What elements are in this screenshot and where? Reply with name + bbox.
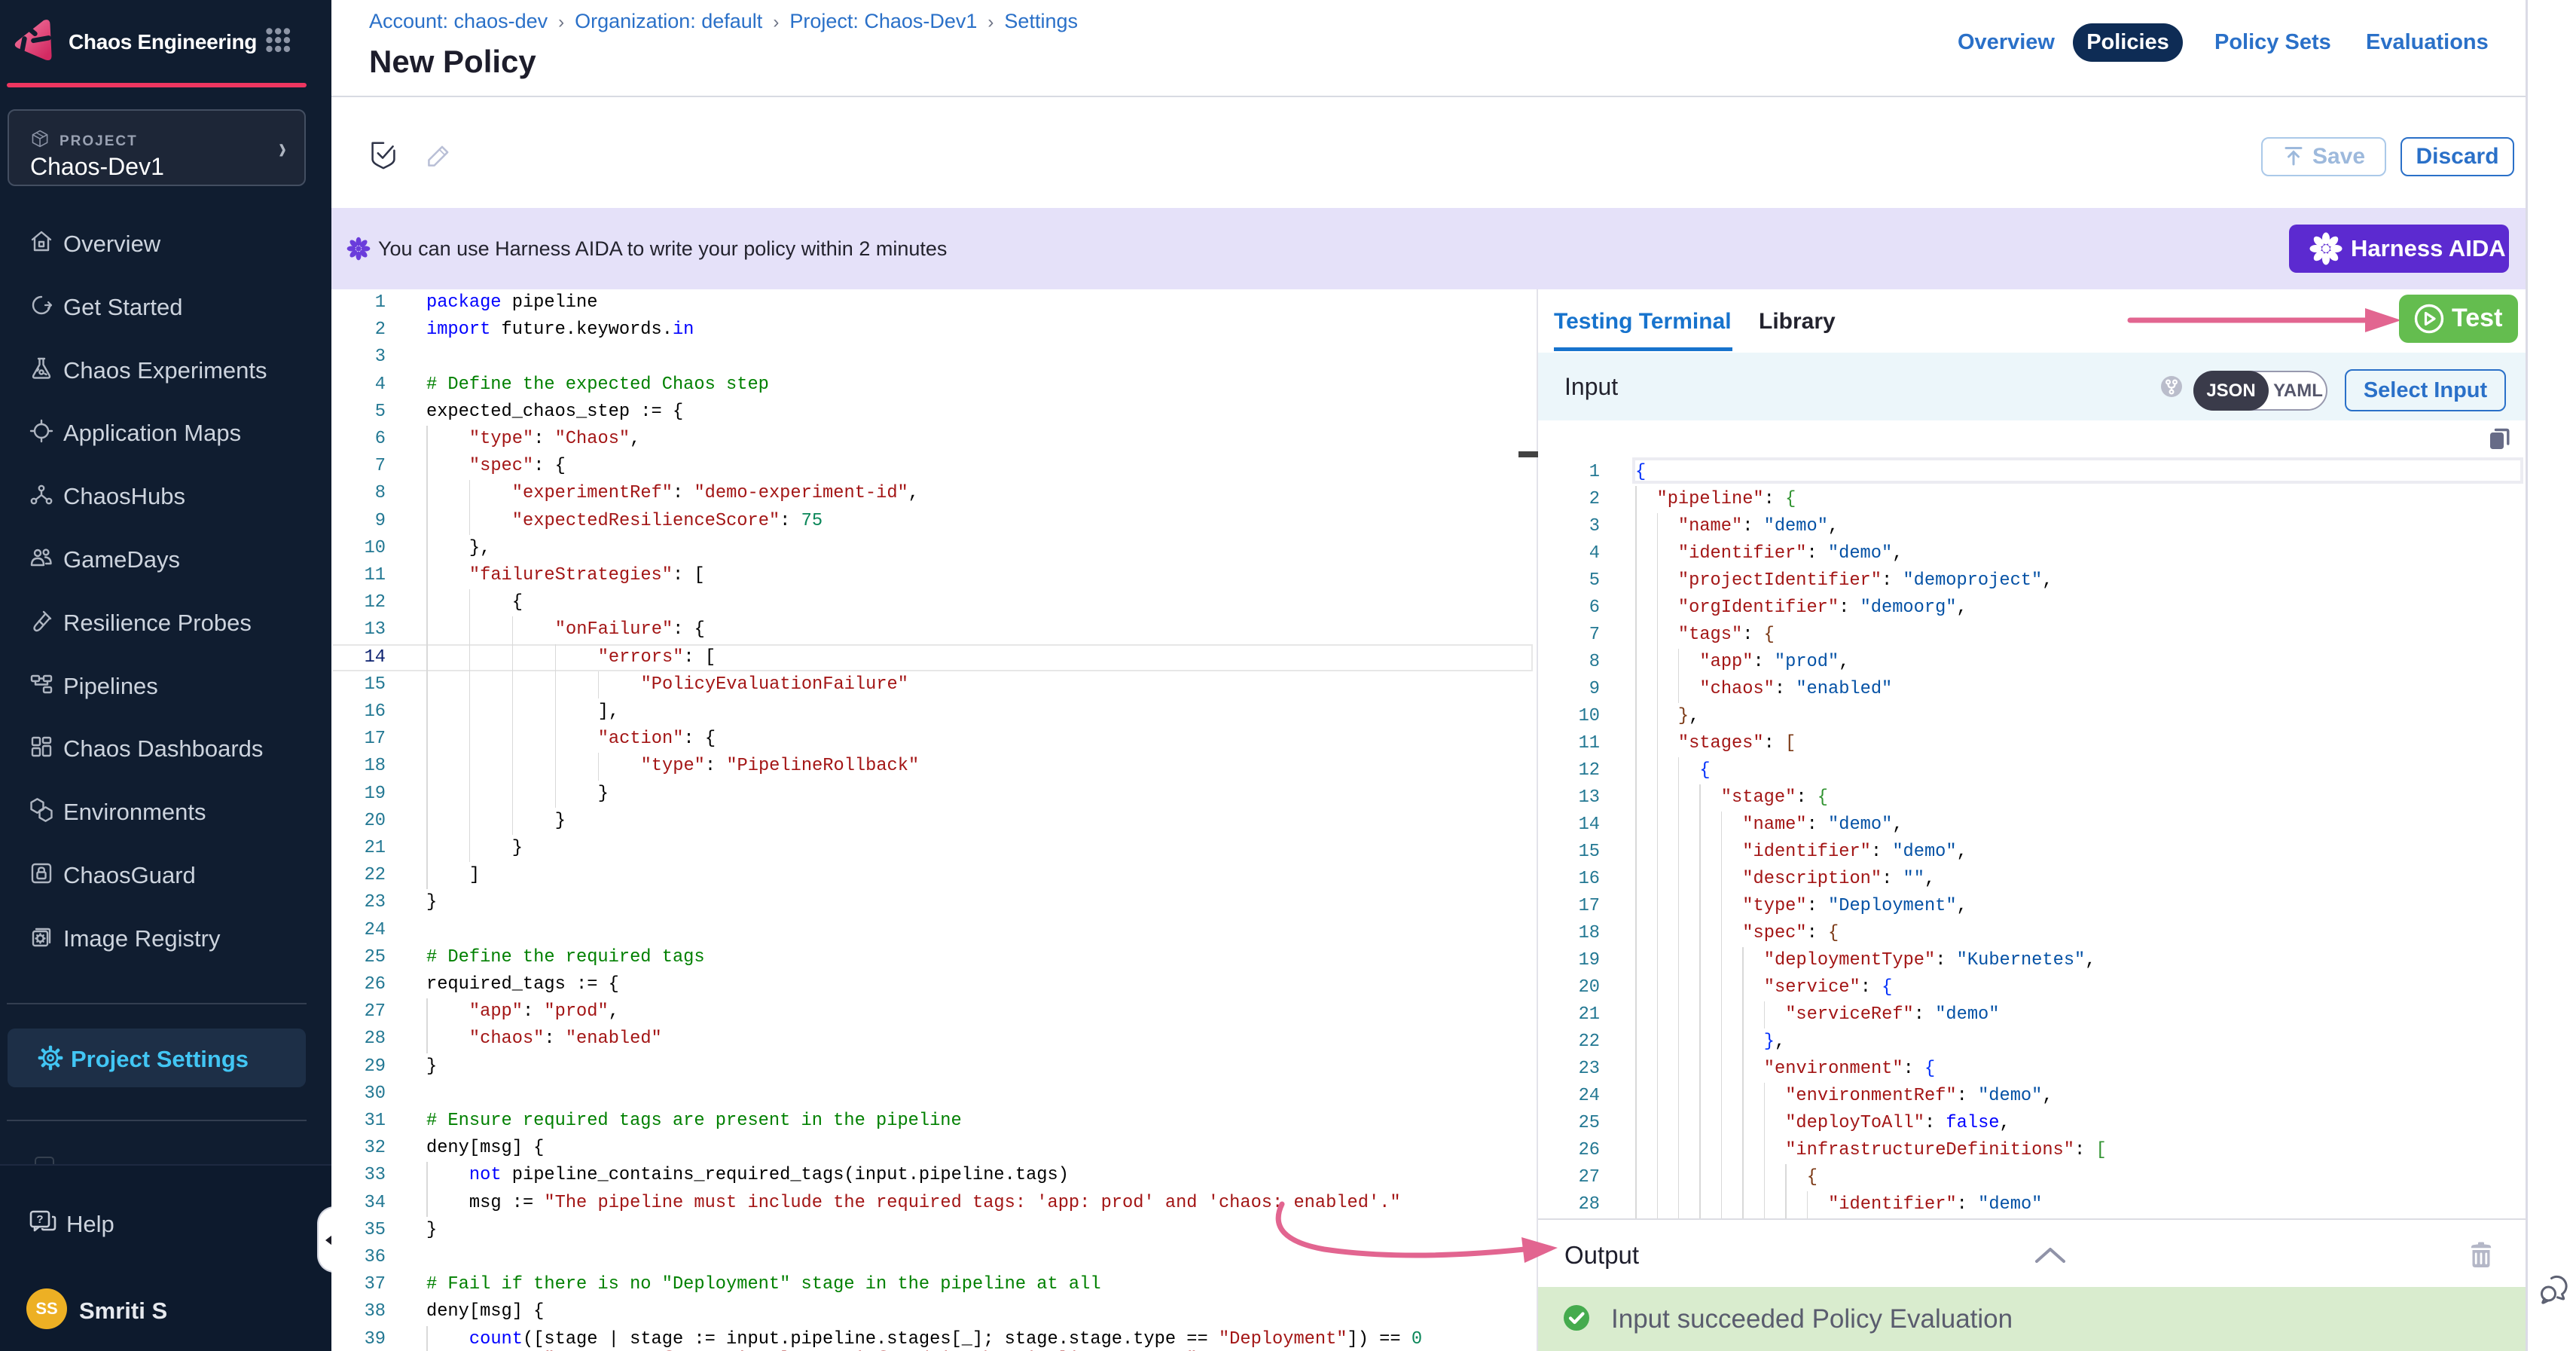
svg-text:?: ?: [36, 1213, 43, 1226]
